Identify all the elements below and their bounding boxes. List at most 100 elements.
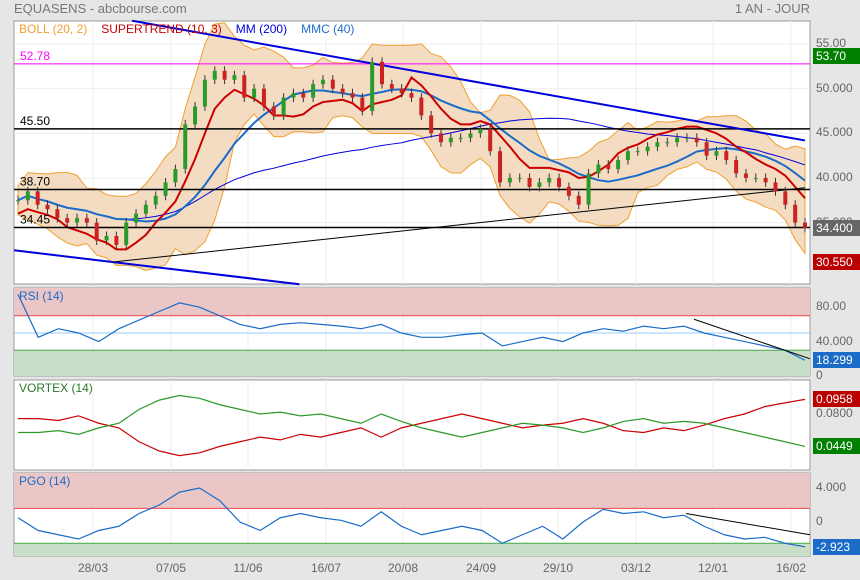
legend-item: BOLL (20, 2) bbox=[19, 22, 88, 36]
candle bbox=[793, 204, 798, 223]
x-tick-label: 29/10 bbox=[542, 561, 574, 575]
x-tick-label: 07/05 bbox=[155, 561, 187, 575]
candle bbox=[134, 213, 139, 223]
candle bbox=[389, 84, 394, 89]
candle bbox=[704, 142, 709, 156]
candle bbox=[586, 173, 591, 205]
candle bbox=[488, 128, 493, 152]
candle bbox=[261, 88, 266, 107]
candle bbox=[547, 177, 552, 183]
candle bbox=[65, 218, 70, 223]
candle bbox=[596, 164, 601, 174]
candle bbox=[222, 70, 227, 80]
candle bbox=[350, 93, 355, 98]
x-tick-label: 20/08 bbox=[387, 561, 419, 575]
candle bbox=[153, 195, 158, 205]
candle bbox=[163, 182, 168, 196]
candle bbox=[291, 93, 296, 98]
x-tick-label: 16/02 bbox=[775, 561, 807, 575]
candle bbox=[281, 97, 286, 116]
candle bbox=[202, 79, 207, 107]
candle bbox=[340, 88, 345, 94]
candle bbox=[55, 209, 60, 219]
candle bbox=[232, 75, 237, 80]
candle bbox=[616, 160, 621, 170]
pgo-upper-zone bbox=[14, 473, 810, 509]
candle bbox=[635, 151, 640, 153]
candle bbox=[330, 79, 335, 89]
legend-item: MM (200) bbox=[235, 22, 288, 36]
level-label: 34.45 bbox=[20, 213, 50, 227]
legend-item: SUPERTREND (10, 3) bbox=[101, 22, 222, 36]
candle bbox=[173, 169, 178, 183]
rsi-tick-label: 80.00 bbox=[816, 299, 847, 314]
vortex-value-tag: 0.0958 bbox=[813, 391, 860, 408]
candle bbox=[311, 84, 316, 98]
vortex-tick-label: 0.0800 bbox=[816, 406, 853, 420]
x-tick-label: 16/07 bbox=[310, 561, 342, 575]
candle bbox=[645, 146, 650, 152]
candle bbox=[576, 195, 581, 205]
candle bbox=[783, 191, 788, 205]
candle bbox=[399, 88, 404, 94]
price-tag: 34.400 bbox=[813, 219, 860, 236]
candle bbox=[517, 177, 522, 179]
candle bbox=[439, 133, 444, 143]
candle bbox=[379, 61, 384, 85]
price-tag: 30.550 bbox=[813, 254, 860, 271]
candle bbox=[409, 93, 414, 98]
candle bbox=[320, 79, 325, 85]
price-tick-label: 45.000 bbox=[816, 125, 853, 140]
candle bbox=[75, 218, 80, 223]
x-tick-label: 03/12 bbox=[620, 561, 652, 575]
vortex-panel-label: VORTEX (14) bbox=[19, 381, 93, 395]
pgo-value-tag: -2.923 bbox=[813, 538, 860, 555]
legend: BOLL (20, 2) SUPERTREND (10, 3) MM (200) MM… bbox=[19, 22, 368, 36]
rsi-value-tag: 18.299 bbox=[813, 352, 860, 369]
candle bbox=[566, 186, 571, 196]
candle bbox=[419, 97, 424, 116]
candle bbox=[94, 222, 99, 241]
candle bbox=[212, 70, 217, 80]
candle bbox=[498, 151, 503, 183]
candle bbox=[675, 137, 680, 143]
candle bbox=[665, 142, 670, 144]
candle bbox=[625, 151, 630, 161]
candle bbox=[143, 204, 148, 214]
price-tick-label: 40.000 bbox=[816, 169, 853, 184]
candle bbox=[183, 124, 188, 170]
candle bbox=[301, 93, 306, 98]
rsi-oversold-zone bbox=[14, 350, 810, 376]
candle bbox=[25, 191, 30, 201]
rsi-overbought-zone bbox=[14, 288, 810, 316]
chart-canvas: 52.78 45.50 38.70 34.45 bbox=[13, 19, 811, 557]
pgo-panel-label: PGO (14) bbox=[19, 474, 71, 488]
candle bbox=[429, 115, 434, 134]
x-tick-label: 28/03 bbox=[77, 561, 109, 575]
candle bbox=[84, 218, 89, 223]
pgo-tick-label: 4.000 bbox=[816, 480, 847, 494]
candle bbox=[16, 200, 20, 202]
candle bbox=[104, 235, 109, 241]
pgo-lower-zone bbox=[14, 543, 810, 556]
x-tick-label: 12/01 bbox=[697, 561, 729, 575]
candle bbox=[114, 235, 119, 245]
candle bbox=[684, 137, 689, 139]
candle bbox=[734, 160, 739, 174]
rsi-tick-label: 40.000 bbox=[816, 333, 853, 348]
rsi-panel-label: RSI (14) bbox=[19, 289, 64, 303]
candle bbox=[448, 137, 453, 143]
candle bbox=[694, 137, 699, 143]
candle bbox=[753, 177, 758, 179]
chart-window: EQUASENS - abcbourse.com 1 AN - JOUR 52.… bbox=[0, 0, 860, 580]
candle bbox=[773, 182, 778, 192]
candle bbox=[45, 204, 50, 210]
price-tick-label: 50.000 bbox=[816, 80, 853, 95]
candle bbox=[35, 191, 40, 205]
candle bbox=[478, 128, 483, 134]
candle bbox=[743, 173, 748, 178]
candle bbox=[252, 88, 257, 98]
legend-item: MMC (40) bbox=[301, 22, 355, 36]
candle bbox=[803, 222, 807, 228]
level-label: 38.70 bbox=[20, 175, 50, 189]
